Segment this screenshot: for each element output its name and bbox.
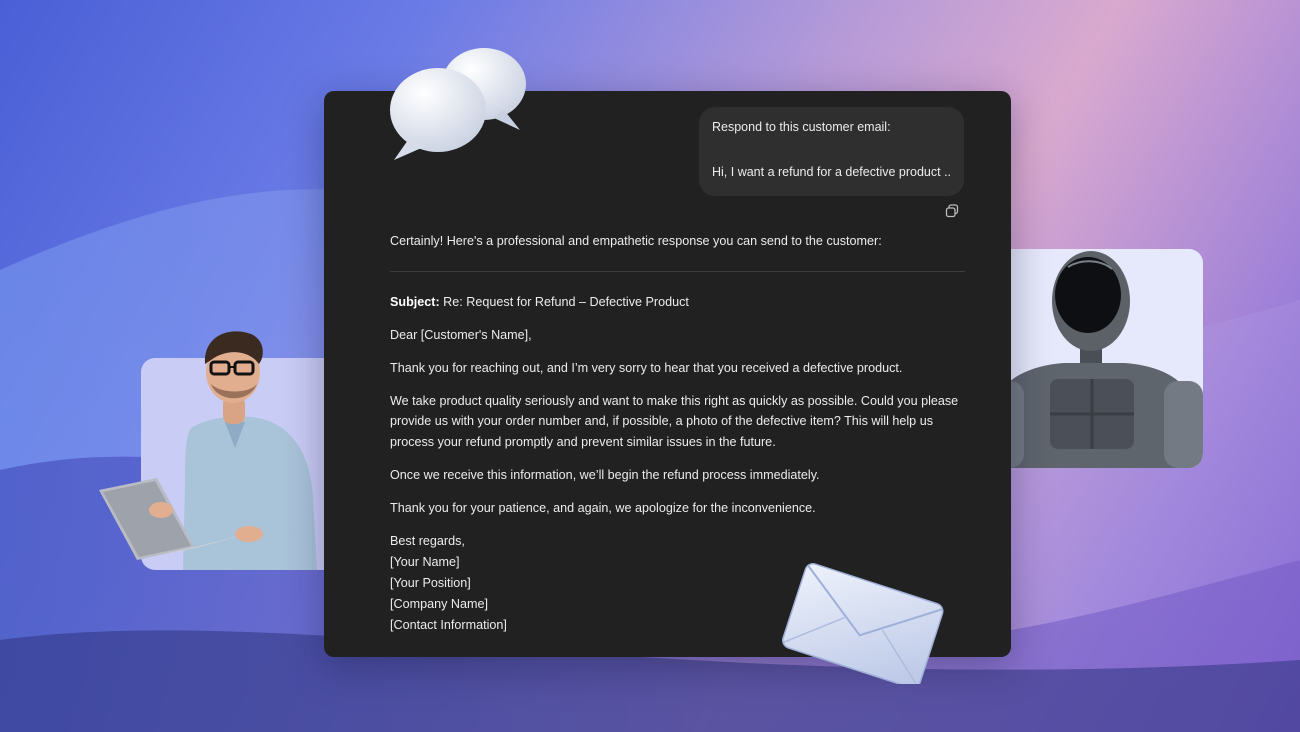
email-subject: Subject: Re: Request for Refund – Defect… <box>390 292 965 313</box>
speech-bubbles-icon <box>390 48 526 160</box>
person-with-laptop-card <box>99 331 353 570</box>
person-with-laptop-illustration <box>99 331 317 570</box>
subject-text: Re: Request for Refund – Defective Produ… <box>439 294 689 309</box>
robot-illustration <box>984 251 1203 468</box>
email-paragraph-3: Once we receive this information, we’ll … <box>390 468 820 483</box>
assistant-intro: Certainly! Here's a professional and emp… <box>390 234 882 248</box>
signoff: Best regards, <box>390 534 465 549</box>
email-paragraph-2: We take product quality seriously and wa… <box>390 393 959 450</box>
user-message-line1: Respond to this customer email: <box>712 120 891 134</box>
robot-card <box>984 249 1203 468</box>
user-message-bubble: Respond to this customer email: Hi, I wa… <box>699 107 964 196</box>
envelope-icon <box>782 563 944 684</box>
email-paragraph-4: Thank you for your patience, and again, … <box>390 501 816 516</box>
subject-label: Subject: <box>390 294 440 309</box>
divider <box>390 270 965 272</box>
email-paragraph-1: Thank you for reaching out, and I’m very… <box>390 360 903 375</box>
user-message-line2: Hi, I want a refund for a defective prod… <box>712 164 951 179</box>
email-greeting: Dear [Customer's Name], <box>390 327 532 342</box>
copy-icon[interactable] <box>944 203 960 219</box>
